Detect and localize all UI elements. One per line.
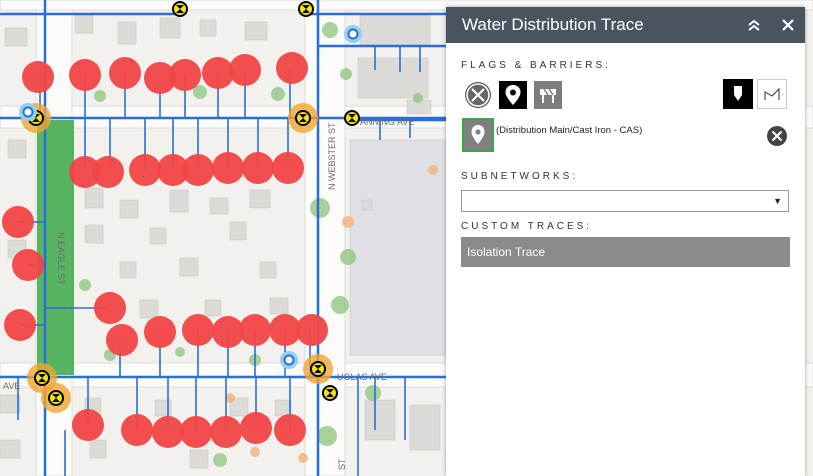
isolation-point[interactable]: [72, 409, 104, 441]
isolation-point[interactable]: [2, 206, 34, 238]
isolation-point[interactable]: [169, 59, 201, 91]
isolation-point[interactable]: [296, 314, 328, 346]
isolation-point[interactable]: [276, 52, 308, 84]
isolation-point[interactable]: [182, 314, 214, 346]
panel-header: Water Distribution Trace: [446, 7, 805, 43]
isolation-point[interactable]: [129, 154, 161, 186]
isolation-point[interactable]: [274, 414, 306, 446]
isolation-point[interactable]: [144, 316, 176, 348]
street-label-st-bottom: ST: [337, 458, 347, 470]
isolation-point[interactable]: [180, 416, 212, 448]
isolation-point[interactable]: [4, 309, 36, 341]
isolation-point[interactable]: [182, 154, 214, 186]
street-label-webster: N WEBSTER ST: [327, 122, 337, 190]
custom-traces-label: CUSTOM TRACES:: [461, 221, 593, 232]
isolation-point[interactable]: [69, 59, 101, 91]
isolating-valve[interactable]: [288, 103, 318, 133]
isolation-point[interactable]: [272, 152, 304, 184]
flag-pin-icon[interactable]: [499, 81, 527, 109]
valve[interactable]: [172, 1, 188, 17]
street-label-eagle: N EAGLE ST: [56, 232, 66, 286]
isolation-point[interactable]: [239, 314, 271, 346]
street-label-anning: ANNING AVE: [360, 117, 414, 127]
hydrant[interactable]: [19, 103, 37, 121]
point-mode-icon[interactable]: [723, 79, 753, 109]
isolation-point[interactable]: [152, 416, 184, 448]
isolation-point[interactable]: [94, 292, 126, 324]
trace-panel: Water Distribution Trace FLAGS & BARRIER…: [446, 7, 805, 476]
street-label-douglas: UGLAS AVE: [337, 372, 387, 382]
isolation-point[interactable]: [12, 249, 44, 281]
isolating-valve[interactable]: [41, 383, 71, 413]
flag-entry-text: (Distribution Main/Cast Iron - CAS): [496, 125, 643, 136]
isolation-point[interactable]: [212, 152, 244, 184]
polygon-mode-icon[interactable]: [757, 79, 787, 109]
isolation-point[interactable]: [229, 54, 261, 86]
hydrant[interactable]: [344, 25, 362, 43]
isolation-point[interactable]: [109, 57, 141, 89]
barrier-icon[interactable]: [534, 81, 562, 109]
subnetwork-select[interactable]: ▼: [461, 190, 789, 212]
remove-flag-icon[interactable]: [766, 125, 788, 147]
panel-title: Water Distribution Trace: [462, 15, 644, 34]
street-label-ave-left: AVE: [3, 381, 20, 391]
isolation-point[interactable]: [22, 61, 54, 93]
isolation-point[interactable]: [210, 416, 242, 448]
isolation-point[interactable]: [240, 412, 272, 444]
flag-entry-icon[interactable]: [462, 118, 494, 152]
close-icon[interactable]: [778, 15, 798, 35]
valve[interactable]: [298, 1, 314, 17]
isolating-valve[interactable]: [303, 354, 333, 384]
hydrant[interactable]: [280, 351, 298, 369]
clear-icon[interactable]: [464, 81, 492, 109]
isolation-point[interactable]: [202, 57, 234, 89]
isolation-point[interactable]: [92, 156, 124, 188]
isolation-point[interactable]: [242, 152, 274, 184]
isolation-point[interactable]: [106, 324, 138, 356]
subnetworks-label: SUBNETWORKS:: [461, 171, 579, 182]
isolation-point[interactable]: [121, 414, 153, 446]
isolation-trace-button[interactable]: Isolation Trace: [461, 237, 790, 267]
collapse-icon[interactable]: [744, 15, 764, 35]
valve[interactable]: [344, 110, 360, 126]
flags-barriers-label: FLAGS & BARRIERS:: [461, 60, 611, 71]
valve[interactable]: [322, 385, 338, 401]
dropdown-arrow-icon: ▼: [773, 196, 782, 206]
selected-main[interactable]: [37, 120, 74, 375]
